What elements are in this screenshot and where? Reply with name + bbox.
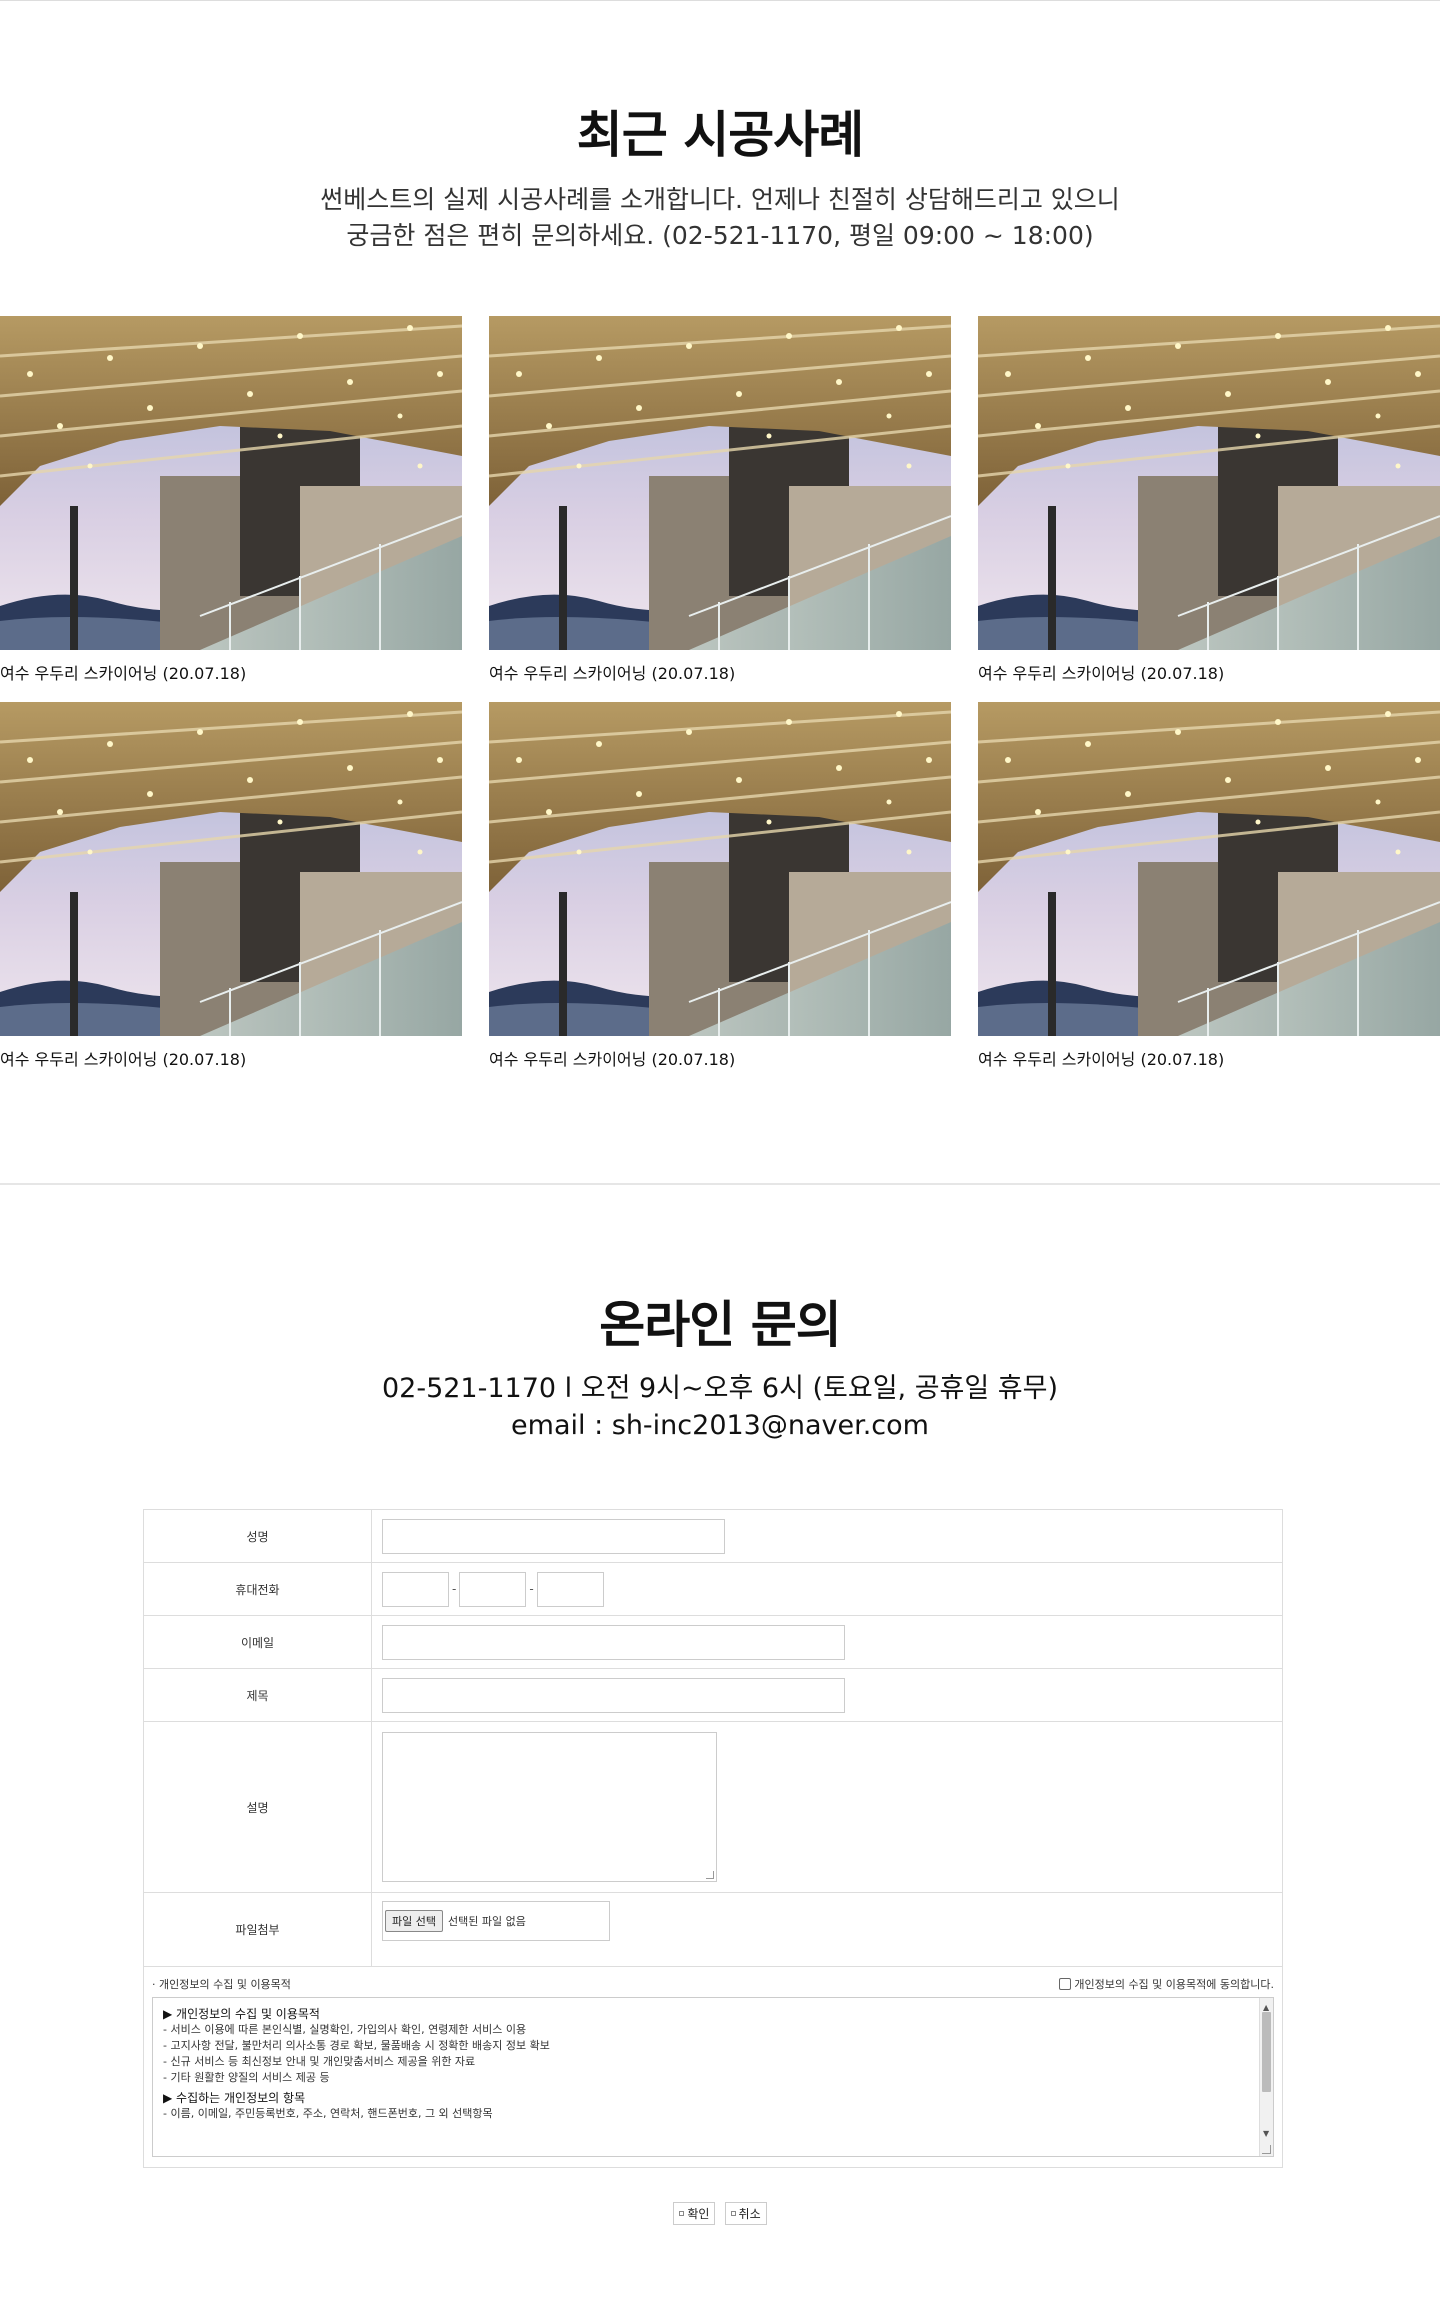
subject-label: 제목: [144, 1669, 372, 1721]
privacy-title: · 개인정보의 수집 및 이용목적: [152, 1978, 291, 1991]
project-gallery: 여수 우두리 스카이어닝 (20.07.18) 여수 우두리 스카이어닝 (20…: [0, 316, 1440, 1076]
file-select-button[interactable]: 파일 선택: [385, 1910, 443, 1932]
description-line-1: 썬베스트의 실제 시공사례를 소개합니다. 언제나 친절히 상담해드리고 있으니: [320, 185, 1120, 214]
project-photo[interactable]: [489, 316, 951, 650]
project-card[interactable]: 여수 우두리 스카이어닝 (20.07.18): [489, 316, 951, 684]
project-caption[interactable]: 여수 우두리 스카이어닝 (20.07.18): [489, 1046, 951, 1070]
privacy-line: - 신규 서비스 등 최신정보 안내 및 개인맞춤서비스 제공을 위한 자료: [163, 2055, 476, 2068]
inquiry-form: 성명 휴대전화 - - 이메일 제목 설명 파일첨부 파일 선택 선택된 파일 …: [143, 1509, 1283, 2168]
form-row-subject: 제목: [144, 1669, 1282, 1722]
project-photo[interactable]: [978, 316, 1440, 650]
contact-hours: 02-521-1170 l 오전 9시~오후 6시 (토요일, 공휴일 휴무): [381, 1373, 1059, 1404]
scroll-thumb[interactable]: [1262, 2012, 1271, 2092]
phone-input-3[interactable]: [536, 1571, 604, 1607]
recent-section-title: 최근 시공사례: [576, 106, 864, 164]
file-label: 파일첨부: [144, 1893, 372, 1966]
privacy-heading-1: ▶ 개인정보의 수집 및 이용목적: [163, 2007, 320, 2021]
section-divider: [0, 1183, 1440, 1185]
inquiry-contact-info: 02-521-1170 l 오전 9시~오후 6시 (토요일, 공휴일 휴무) …: [0, 1370, 1440, 1444]
phone-input-2[interactable]: [459, 1571, 527, 1607]
form-row-phone: 휴대전화 - -: [144, 1563, 1282, 1616]
privacy-heading-2: ▶ 수집하는 개인정보의 항목: [163, 2091, 306, 2105]
phone-input-1[interactable]: [382, 1571, 449, 1607]
cancel-button[interactable]: 취소: [724, 2202, 767, 2225]
project-caption[interactable]: 여수 우두리 스카이어닝 (20.07.18): [489, 660, 951, 684]
description-label: 설명: [144, 1722, 372, 1892]
email-input[interactable]: [382, 1624, 845, 1660]
contact-email: email : sh-inc2013@naver.com: [511, 1410, 929, 1441]
form-row-email: 이메일: [144, 1616, 1282, 1669]
project-card[interactable]: 여수 우두리 스카이어닝 (20.07.18): [978, 316, 1440, 684]
privacy-line: - 고지사항 전달, 불만처리 의사소통 경로 확보, 물품배송 시 정확한 배…: [163, 2039, 550, 2052]
description-line-2: 궁금한 점은 편히 문의하세요. (02-521-1170, 평일 09:00 …: [346, 221, 1094, 250]
form-actions: 확인 취소: [0, 2201, 1440, 2225]
project-caption[interactable]: 여수 우두리 스카이어닝 (20.07.18): [0, 660, 462, 684]
privacy-scrollbar[interactable]: ▲ ▼: [1259, 1998, 1273, 2156]
file-status: 선택된 파일 없음: [447, 1915, 526, 1928]
cancel-label[interactable]: 취소: [739, 2205, 761, 2222]
phone-label: 휴대전화: [144, 1563, 372, 1615]
phone-dash: -: [529, 1582, 534, 1596]
top-divider: [0, 0, 1440, 1]
privacy-agree-checkbox[interactable]: [1059, 1978, 1072, 1990]
project-caption[interactable]: 여수 우두리 스카이어닝 (20.07.18): [0, 1046, 462, 1070]
project-photo[interactable]: [978, 702, 1440, 1036]
project-photo[interactable]: [0, 316, 462, 650]
resize-handle-icon[interactable]: [706, 1871, 714, 1879]
confirm-button[interactable]: 확인: [673, 2202, 716, 2225]
square-bullet-icon: [679, 2211, 685, 2216]
project-photo[interactable]: [0, 702, 462, 1036]
project-caption[interactable]: 여수 우두리 스카이어닝 (20.07.18): [978, 1046, 1440, 1070]
phone-dash: -: [452, 1582, 457, 1596]
privacy-line: - 기타 원활한 양질의 서비스 제공 등: [163, 2071, 330, 2084]
project-card[interactable]: 여수 우두리 스카이어닝 (20.07.18): [489, 702, 951, 1070]
form-row-file: 파일첨부 파일 선택 선택된 파일 없음: [144, 1893, 1282, 1967]
privacy-line: - 이름, 이메일, 주민등록번호, 주소, 연락처, 핸드폰번호, 그 외 선…: [163, 2107, 493, 2120]
subject-input[interactable]: [382, 1677, 845, 1713]
project-caption[interactable]: 여수 우두리 스카이어닝 (20.07.18): [978, 660, 1440, 684]
description-textarea[interactable]: [382, 1732, 717, 1882]
privacy-agree-label[interactable]: 개인정보의 수집 및 이용목적에 동의합니다.: [1074, 1976, 1274, 1992]
form-row-name: 성명: [144, 1510, 1282, 1563]
project-card[interactable]: 여수 우두리 스카이어닝 (20.07.18): [978, 702, 1440, 1070]
name-input[interactable]: [382, 1518, 725, 1554]
confirm-label[interactable]: 확인: [687, 2205, 709, 2222]
file-input[interactable]: 파일 선택 선택된 파일 없음: [382, 1901, 610, 1941]
privacy-line: - 서비스 이용에 따른 본인식별, 실명확인, 가입의사 확인, 연령제한 서…: [163, 2023, 527, 2036]
scroll-down-icon[interactable]: ▼: [1263, 2126, 1269, 2142]
privacy-textarea[interactable]: ▶ 개인정보의 수집 및 이용목적 - 서비스 이용에 따른 본인식별, 실명확…: [152, 1997, 1274, 2157]
privacy-agree[interactable]: 개인정보의 수집 및 이용목적에 동의합니다.: [1059, 1976, 1274, 1992]
resize-handle-icon[interactable]: [1262, 2145, 1271, 2154]
page: 최근 시공사례 썬베스트의 실제 시공사례를 소개합니다. 언제나 친절히 상담…: [0, 0, 1440, 2304]
email-label: 이메일: [144, 1616, 372, 1668]
recent-section-description: 썬베스트의 실제 시공사례를 소개합니다. 언제나 친절히 상담해드리고 있으니…: [0, 182, 1440, 254]
project-card[interactable]: 여수 우두리 스카이어닝 (20.07.18): [0, 702, 462, 1070]
name-label: 성명: [144, 1510, 372, 1562]
privacy-section: · 개인정보의 수집 및 이용목적 개인정보의 수집 및 이용목적에 동의합니다…: [144, 1967, 1282, 2167]
square-bullet-icon: [730, 2211, 736, 2216]
project-photo[interactable]: [489, 702, 951, 1036]
form-row-description: 설명: [144, 1722, 1282, 1893]
project-card[interactable]: 여수 우두리 스카이어닝 (20.07.18): [0, 316, 462, 684]
inquiry-section-title: 온라인 문의: [599, 1296, 841, 1354]
